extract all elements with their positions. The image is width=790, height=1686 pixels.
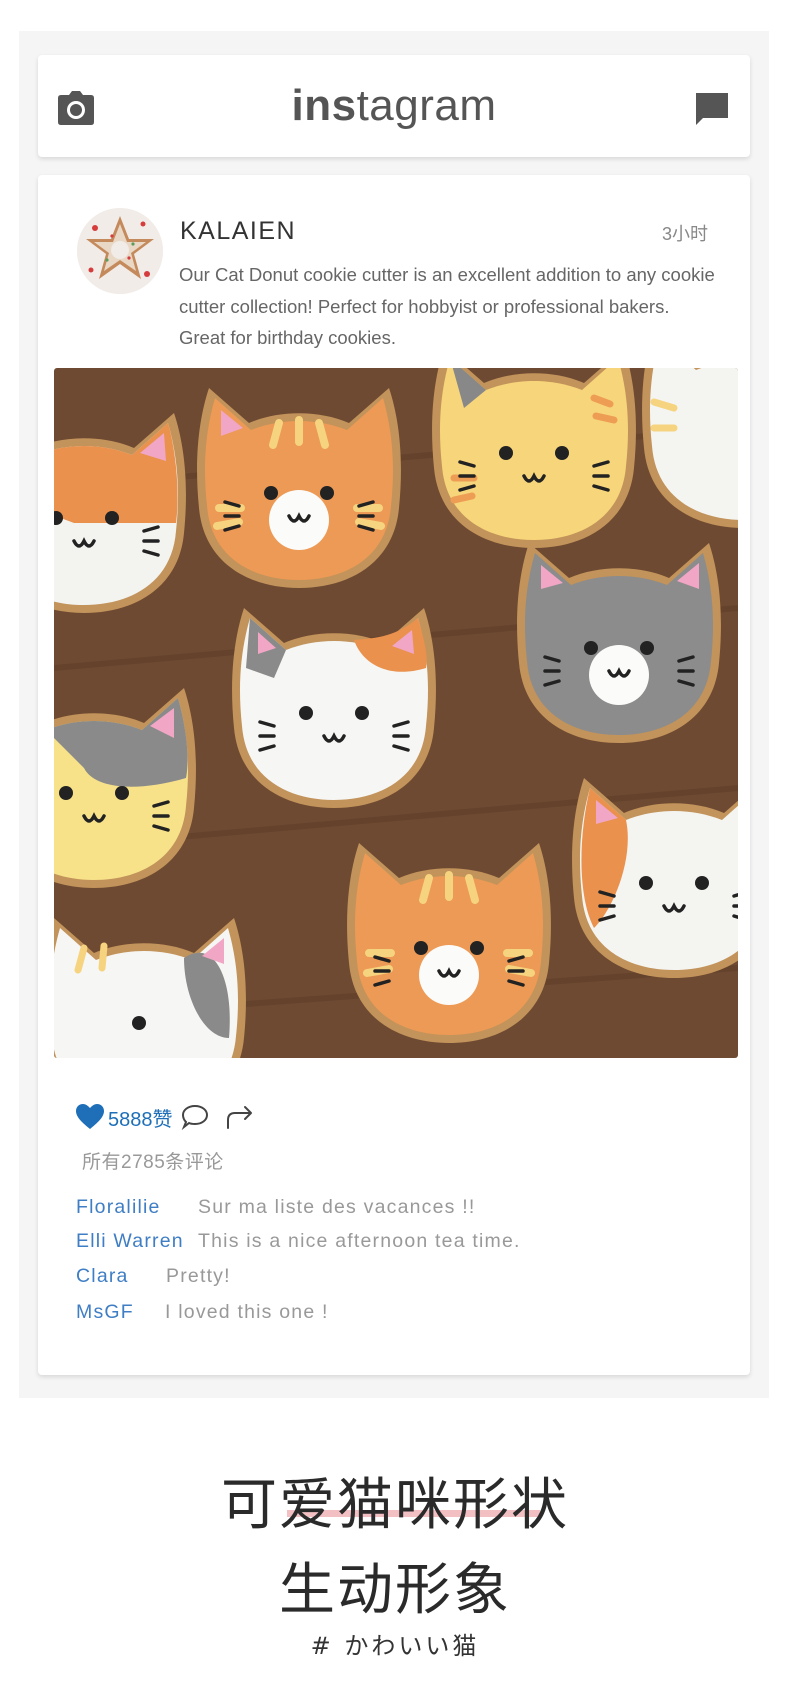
post-caption: Our Cat Donut cookie cutter is an excell…: [179, 264, 715, 348]
comment-item: Elli Warren This is a nice afternoon tea …: [76, 1230, 521, 1253]
comment-text: Sur ma liste des vacances !!: [198, 1196, 476, 1218]
comment-item: Clara Pretty!: [76, 1265, 231, 1288]
comment-item: Floralilie Sur ma liste des vacances !!: [76, 1196, 475, 1219]
like-count: 5888赞: [108, 1108, 173, 1131]
comment-item: MsGF I loved this one !: [76, 1301, 329, 1324]
view-all-comments-link[interactable]: 所有2785条评论: [82, 1147, 224, 1174]
direct-message-icon[interactable]: [694, 91, 730, 127]
comment-icon[interactable]: [181, 1104, 209, 1130]
comment-text: Pretty!: [166, 1265, 231, 1287]
comment-username[interactable]: Elli Warren: [76, 1230, 198, 1253]
heart-icon[interactable]: [76, 1104, 104, 1130]
share-icon[interactable]: [225, 1104, 255, 1130]
post-card: KALAIEN 3小时 Our Cat Donut cookie cutter …: [38, 175, 750, 1375]
app-header: instagram: [38, 55, 750, 157]
post-actions: 5888赞: [76, 1102, 255, 1132]
comment-username[interactable]: Clara: [76, 1265, 166, 1288]
brand-logo[interactable]: instagram: [38, 81, 750, 131]
comment-text: This is a nice afternoon tea time.: [198, 1230, 521, 1252]
promo-headline: 可爱猫咪形状: [221, 1473, 569, 1538]
promo-hashtag: # かわいい猫: [310, 1632, 480, 1660]
post-username[interactable]: KALAIEN: [180, 217, 296, 246]
promo-subheadline: 生动形象: [279, 1558, 511, 1623]
avatar[interactable]: [77, 208, 163, 294]
comment-username[interactable]: Floralilie: [76, 1196, 198, 1219]
comment-username[interactable]: MsGF: [76, 1301, 165, 1324]
post-timestamp: 3小时: [661, 224, 708, 244]
post-image[interactable]: [54, 368, 738, 1058]
comment-text: I loved this one !: [165, 1301, 329, 1323]
